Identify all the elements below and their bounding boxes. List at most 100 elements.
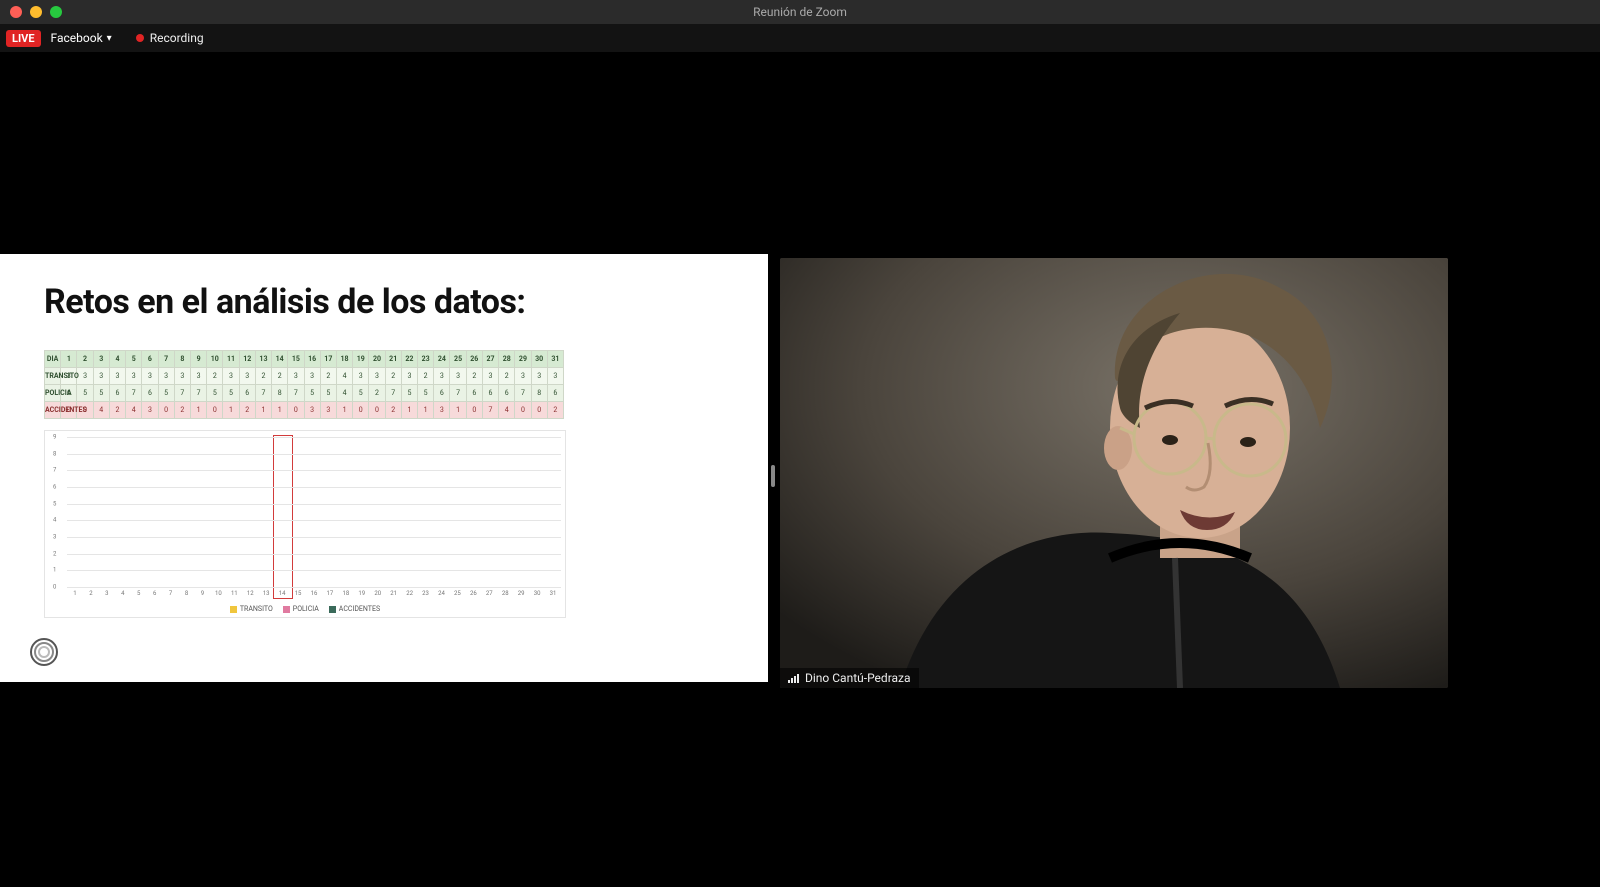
signal-strength-icon bbox=[788, 673, 799, 683]
table-cell: 2 bbox=[385, 402, 401, 419]
table-cell: 2 bbox=[255, 368, 271, 385]
table-header-day: 7 bbox=[158, 351, 174, 368]
pane-resize-handle[interactable] bbox=[771, 465, 775, 487]
table-header-day: 18 bbox=[336, 351, 352, 368]
table-cell: 1 bbox=[450, 402, 466, 419]
table-cell: 0 bbox=[531, 402, 547, 419]
table-cell: 7 bbox=[174, 385, 190, 402]
table-cell: 4 bbox=[336, 368, 352, 385]
table-cell: 3 bbox=[223, 368, 239, 385]
table-header-day: 31 bbox=[547, 351, 563, 368]
table-cell: 6 bbox=[499, 385, 515, 402]
table-row-label: ACCIDENTES bbox=[45, 402, 61, 419]
table-cell: 3 bbox=[401, 368, 417, 385]
table-cell: 3 bbox=[239, 368, 255, 385]
table-cell: 5 bbox=[304, 385, 320, 402]
table-cell: 5 bbox=[93, 385, 109, 402]
table-cell: 3 bbox=[304, 402, 320, 419]
window-title: Reunión de Zoom bbox=[753, 5, 847, 19]
recording-indicator[interactable]: Recording bbox=[136, 31, 204, 45]
slide-title: Retos en el análisis de los datos: bbox=[44, 282, 526, 322]
table-cell: 4 bbox=[93, 402, 109, 419]
table-cell: 6 bbox=[547, 385, 563, 402]
shared-screen-pane[interactable]: Retos en el análisis de los datos: DIA12… bbox=[0, 232, 772, 710]
table-cell: 2 bbox=[207, 368, 223, 385]
fullscreen-window-button[interactable] bbox=[50, 6, 62, 18]
table-cell: 0 bbox=[369, 402, 385, 419]
table-cell: 2 bbox=[272, 368, 288, 385]
table-header-day: 26 bbox=[466, 351, 482, 368]
table-header-day: 15 bbox=[288, 351, 304, 368]
table-cell: 7 bbox=[515, 385, 531, 402]
table-cell: 0 bbox=[288, 402, 304, 419]
table-cell: 7 bbox=[482, 402, 498, 419]
table-cell: 3 bbox=[547, 368, 563, 385]
table-cell: 3 bbox=[304, 368, 320, 385]
table-cell: 5 bbox=[418, 385, 434, 402]
table-cell: 3 bbox=[126, 368, 142, 385]
close-window-button[interactable] bbox=[10, 6, 22, 18]
speaker-video-tile[interactable]: Dino Cantú-Pedraza bbox=[780, 258, 1448, 688]
table-cell: 0 bbox=[207, 402, 223, 419]
table-cell: 5 bbox=[320, 385, 336, 402]
table-cell: 7 bbox=[255, 385, 271, 402]
table-cell: 5 bbox=[353, 385, 369, 402]
table-cell: 3 bbox=[77, 368, 93, 385]
table-header-day: 17 bbox=[320, 351, 336, 368]
table-header-day: 20 bbox=[369, 351, 385, 368]
table-header-day: 16 bbox=[304, 351, 320, 368]
table-cell: 1 bbox=[190, 402, 206, 419]
table-cell: 4 bbox=[126, 402, 142, 419]
table-header-day: 4 bbox=[109, 351, 125, 368]
slide-logo-icon bbox=[28, 636, 60, 668]
table-cell: 6 bbox=[239, 385, 255, 402]
table-cell: 6 bbox=[482, 385, 498, 402]
minimize-window-button[interactable] bbox=[30, 6, 42, 18]
table-header-day: 21 bbox=[385, 351, 401, 368]
table-cell: 0 bbox=[158, 402, 174, 419]
legend-item-accidentes: ACCIDENTES bbox=[329, 605, 380, 613]
table-header-day: 2 bbox=[77, 351, 93, 368]
table-header-day: 19 bbox=[353, 351, 369, 368]
table-cell: 2 bbox=[320, 368, 336, 385]
table-cell: 5 bbox=[223, 385, 239, 402]
table-cell: 3 bbox=[450, 368, 466, 385]
table-header-day: 25 bbox=[450, 351, 466, 368]
meeting-content: Retos en el análisis de los datos: DIA12… bbox=[0, 52, 1600, 887]
table-header-label: DIA bbox=[45, 351, 61, 368]
speaker-placeholder-icon bbox=[780, 258, 1448, 688]
table-header-day: 30 bbox=[531, 351, 547, 368]
table-cell: 5 bbox=[77, 385, 93, 402]
participant-name: Dino Cantú-Pedraza bbox=[805, 671, 911, 685]
table-header-day: 10 bbox=[207, 351, 223, 368]
table-header-day: 29 bbox=[515, 351, 531, 368]
table-cell: 6 bbox=[466, 385, 482, 402]
table-cell: 2 bbox=[418, 368, 434, 385]
slide-data-table: DIA1234567891011121314151617181920212223… bbox=[44, 350, 564, 419]
table-cell: 2 bbox=[547, 402, 563, 419]
table-cell: 3 bbox=[320, 402, 336, 419]
table-cell: 7 bbox=[190, 385, 206, 402]
table-cell: 6 bbox=[142, 385, 158, 402]
table-cell: 0 bbox=[353, 402, 369, 419]
table-header-day: 5 bbox=[126, 351, 142, 368]
stream-target-dropdown[interactable]: Facebook ▾ bbox=[51, 31, 112, 45]
recording-label: Recording bbox=[150, 31, 204, 45]
table-cell: 7 bbox=[450, 385, 466, 402]
table-cell: 3 bbox=[434, 402, 450, 419]
table-cell: 1 bbox=[418, 402, 434, 419]
table-header-day: 8 bbox=[174, 351, 190, 368]
table-cell: 4 bbox=[499, 402, 515, 419]
table-cell: 3 bbox=[288, 368, 304, 385]
window-titlebar: Reunión de Zoom bbox=[0, 0, 1600, 24]
table-header-day: 3 bbox=[93, 351, 109, 368]
table-header-day: 23 bbox=[418, 351, 434, 368]
table-header-day: 24 bbox=[434, 351, 450, 368]
table-cell: 7 bbox=[385, 385, 401, 402]
table-cell: 3 bbox=[482, 368, 498, 385]
table-cell: 3 bbox=[531, 368, 547, 385]
table-header-day: 27 bbox=[482, 351, 498, 368]
table-cell: 3 bbox=[142, 368, 158, 385]
chart-legend: TRANSITO POLICIA ACCIDENTES bbox=[45, 605, 565, 613]
table-cell: 2 bbox=[174, 402, 190, 419]
